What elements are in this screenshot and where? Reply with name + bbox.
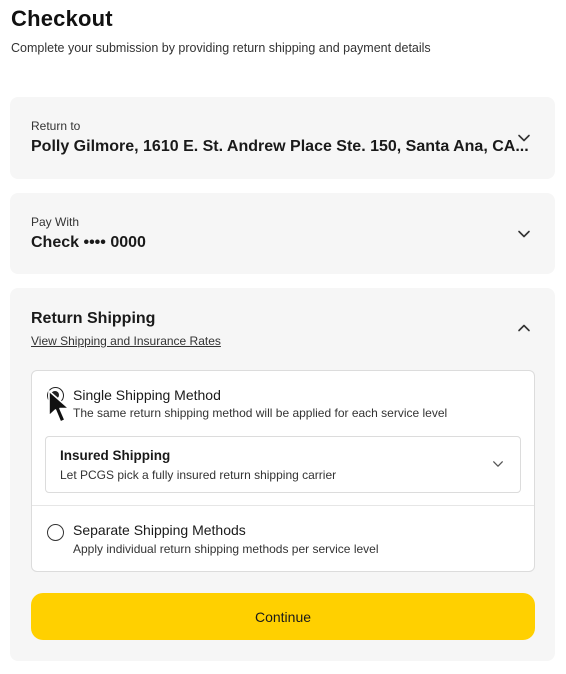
return-to-card[interactable]: Return to Polly Gilmore, 1610 E. St. And… (10, 97, 555, 179)
shipping-method-description: Let PCGS pick a fully insured return shi… (60, 468, 337, 482)
pay-with-card[interactable]: Pay With Check •••• 0000 (10, 193, 555, 274)
return-shipping-card: Return Shipping View Shipping and Insura… (10, 288, 555, 661)
return-to-label: Return to (31, 119, 81, 133)
separate-shipping-option[interactable]: Separate Shipping Methods Apply individu… (32, 505, 534, 571)
shipping-options-group: Single Shipping Method The same return s… (31, 370, 535, 572)
separate-shipping-radio[interactable] (47, 524, 64, 541)
chevron-down-icon[interactable] (492, 458, 504, 470)
shipping-rates-link[interactable]: View Shipping and Insurance Rates (31, 334, 221, 348)
chevron-down-icon[interactable] (517, 131, 531, 145)
separate-shipping-description: Apply individual return shipping methods… (73, 542, 379, 556)
shipping-method-title: Insured Shipping (60, 448, 171, 463)
continue-button[interactable]: Continue (31, 593, 535, 640)
payment-method-value: Check •••• 0000 (31, 234, 146, 251)
pay-with-label: Pay With (31, 215, 80, 229)
shipping-method-select[interactable]: Insured Shipping Let PCGS pick a fully i… (45, 436, 521, 493)
single-shipping-description: The same return shipping method will be … (73, 406, 448, 420)
chevron-down-icon[interactable] (517, 227, 531, 241)
return-to-address: Polly Gilmore, 1610 E. St. Andrew Place … (31, 138, 529, 155)
single-shipping-option[interactable]: Single Shipping Method The same return s… (32, 385, 534, 505)
chevron-up-icon[interactable] (517, 321, 531, 335)
return-shipping-title: Return Shipping (31, 310, 156, 327)
page-subtitle: Complete your submission by providing re… (11, 41, 431, 55)
page-title: Checkout (11, 6, 113, 31)
separate-shipping-title: Separate Shipping Methods (73, 522, 246, 538)
single-shipping-radio[interactable] (47, 387, 64, 404)
single-shipping-title: Single Shipping Method (73, 387, 221, 403)
